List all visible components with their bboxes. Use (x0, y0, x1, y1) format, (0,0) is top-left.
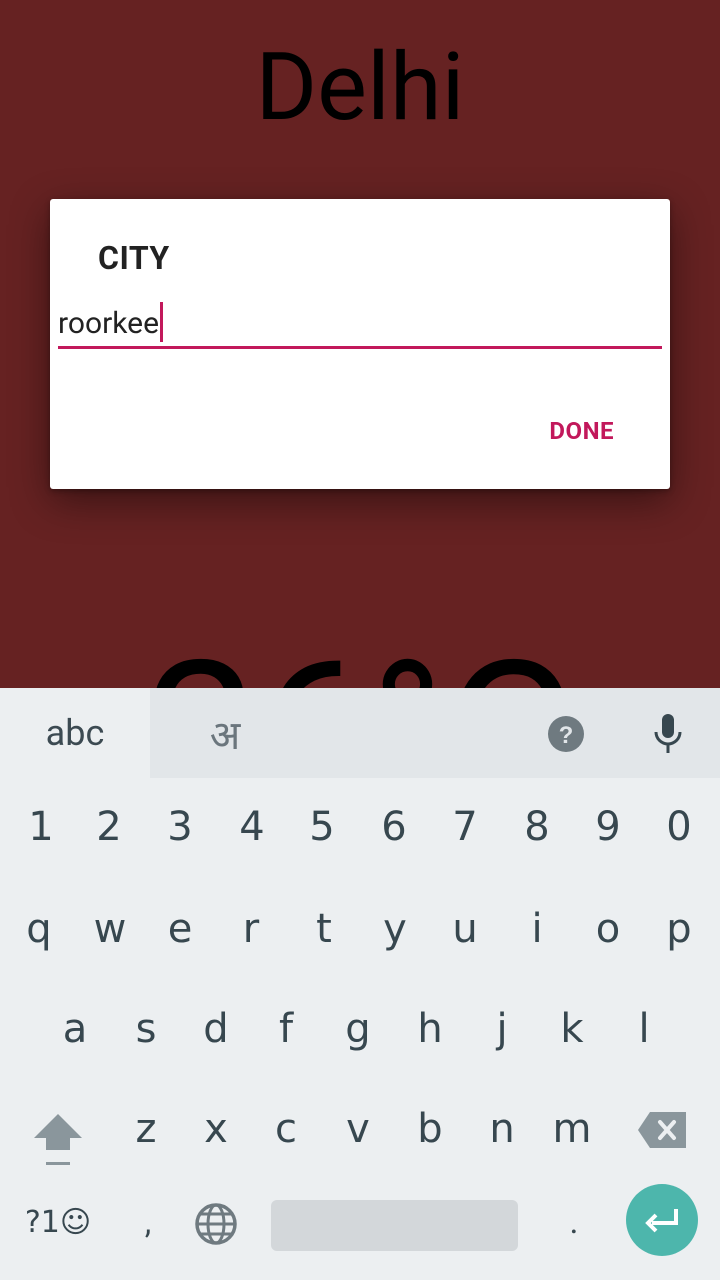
symbols-key[interactable]: ?1☺ (18, 1192, 98, 1252)
key-9[interactable]: 9 (578, 792, 638, 862)
tab-hindi[interactable]: अ (150, 688, 300, 778)
space-bar[interactable] (271, 1200, 518, 1251)
key-x[interactable]: x (186, 1094, 246, 1164)
key-6[interactable]: 6 (364, 792, 424, 862)
key-e[interactable]: e (150, 894, 210, 964)
svg-text:?: ? (559, 722, 574, 749)
help-icon[interactable]: ? (548, 716, 584, 752)
key-v[interactable]: v (328, 1094, 388, 1164)
key-p[interactable]: p (649, 894, 709, 964)
city-input-text-wrap: roorkee (58, 302, 163, 345)
key-8[interactable]: 8 (507, 792, 567, 862)
key-k[interactable]: k (542, 994, 602, 1064)
city-input-value: roorkee (58, 305, 159, 341)
key-j[interactable]: j (472, 994, 532, 1064)
backspace-icon[interactable] (636, 1110, 688, 1150)
comma-key[interactable]: , (128, 1192, 168, 1252)
key-u[interactable]: u (435, 894, 495, 964)
input-underline (58, 346, 662, 349)
done-button[interactable]: DONE (549, 417, 614, 445)
text-cursor (160, 302, 163, 342)
key-4[interactable]: 4 (222, 792, 282, 862)
key-1[interactable]: 1 (11, 792, 71, 862)
key-w[interactable]: w (80, 894, 140, 964)
shift-icon[interactable] (30, 1108, 86, 1168)
period-key[interactable]: . (554, 1192, 594, 1252)
key-n[interactable]: n (472, 1094, 532, 1164)
key-m[interactable]: m (542, 1094, 602, 1164)
key-t[interactable]: t (294, 894, 354, 964)
key-2[interactable]: 2 (79, 792, 139, 862)
key-i[interactable]: i (507, 894, 567, 964)
enter-button[interactable] (626, 1184, 698, 1256)
key-r[interactable]: r (221, 894, 281, 964)
key-s[interactable]: s (116, 994, 176, 1064)
key-f[interactable]: f (256, 994, 316, 1064)
soft-keyboard: abc अ ? 1 2 3 4 5 6 7 8 9 0 q w e r t y … (0, 688, 720, 1280)
key-b[interactable]: b (400, 1094, 460, 1164)
key-a[interactable]: a (45, 994, 105, 1064)
tab-abc[interactable]: abc (0, 688, 150, 778)
key-z[interactable]: z (116, 1094, 176, 1164)
key-3[interactable]: 3 (150, 792, 210, 862)
key-0[interactable]: 0 (649, 792, 709, 862)
keyboard-toolbar: abc अ ? (0, 688, 720, 778)
city-dialog: CITY roorkee DONE (50, 199, 670, 489)
key-d[interactable]: d (186, 994, 246, 1064)
city-input[interactable]: roorkee (58, 299, 662, 349)
key-g[interactable]: g (328, 994, 388, 1064)
key-7[interactable]: 7 (435, 792, 495, 862)
mic-icon[interactable] (652, 714, 684, 754)
dialog-title: CITY (98, 239, 170, 277)
globe-icon[interactable] (194, 1202, 238, 1246)
key-y[interactable]: y (365, 894, 425, 964)
key-o[interactable]: o (578, 894, 638, 964)
key-l[interactable]: l (614, 994, 674, 1064)
key-h[interactable]: h (400, 994, 460, 1064)
enter-icon (645, 1209, 678, 1233)
key-c[interactable]: c (256, 1094, 316, 1164)
key-q[interactable]: q (9, 894, 69, 964)
key-5[interactable]: 5 (292, 792, 352, 862)
